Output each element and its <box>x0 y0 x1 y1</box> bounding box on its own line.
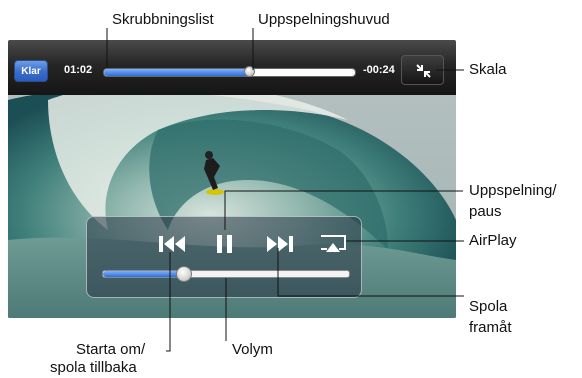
callout-playhead: Uppspelningshuvud <box>258 11 390 28</box>
callout-fast-forward-line1: Spola <box>469 298 508 315</box>
skip-forward-icon <box>267 236 293 252</box>
skip-back-icon <box>159 236 185 252</box>
play-pause-button[interactable] <box>213 233 237 260</box>
volume-knob[interactable] <box>176 266 193 282</box>
time-remaining: -00:24 <box>363 64 395 76</box>
scale-button[interactable] <box>401 55 444 85</box>
callout-volume: Volym <box>232 341 273 358</box>
airplay-icon <box>321 235 346 252</box>
top-bar: Klar 01:02 -00:24 <box>8 40 456 95</box>
callout-restart-line2: spola tillbaka <box>50 359 137 376</box>
callout-play-pause-line1: Uppspelning/ <box>469 182 557 199</box>
volume-slider[interactable] <box>102 266 350 282</box>
callout-restart-line1: Starta om/ <box>76 341 146 358</box>
scrubber-progress <box>104 69 250 76</box>
callout-airplay: AirPlay <box>469 232 517 249</box>
done-button[interactable]: Klar <box>14 60 48 82</box>
callout-play-pause-line2: paus <box>469 203 502 220</box>
scrubber-bar[interactable] <box>103 66 356 77</box>
video-screen[interactable]: Klar 01:02 -00:24 <box>8 40 456 318</box>
airplay-button[interactable] <box>319 233 347 260</box>
volume-level <box>103 271 185 277</box>
control-panel <box>86 216 362 298</box>
shrink-icon <box>416 64 431 78</box>
previous-button[interactable] <box>155 233 189 260</box>
time-elapsed: 01:02 <box>64 64 93 76</box>
callout-fast-forward-line2: framåt <box>469 319 512 336</box>
callout-scale: Skala <box>469 61 507 78</box>
playhead[interactable] <box>243 66 255 77</box>
next-button[interactable] <box>263 233 297 260</box>
callout-scrubber: Skrubbningslist <box>112 11 214 28</box>
pause-icon <box>217 235 232 253</box>
